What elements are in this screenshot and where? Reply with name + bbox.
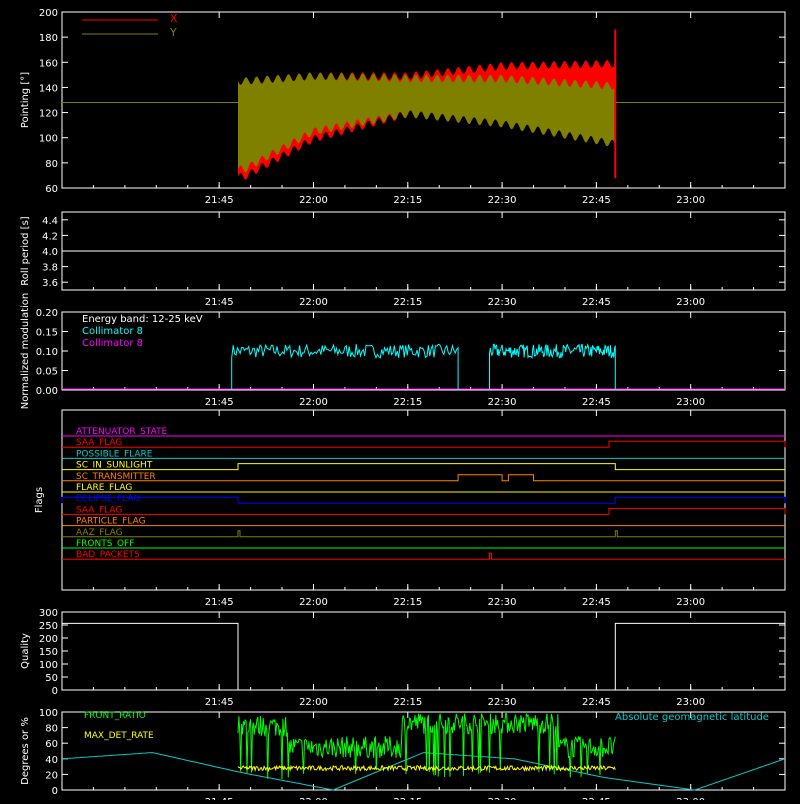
y-tick-label: 100	[39, 134, 58, 145]
x-tick-label: 23:00	[676, 697, 705, 708]
x-tick-label: 21:45	[205, 597, 234, 608]
y-tick-label: 0.00	[36, 386, 58, 397]
x-tick-label: 21:45	[205, 397, 234, 408]
x-tick-label: 23:00	[676, 397, 705, 408]
x-tick-label: 21:45	[205, 195, 234, 206]
y-tick-label: 4.2	[42, 231, 58, 242]
y-axis-label: Pointing [°]	[20, 72, 31, 128]
x-tick-label: 22:45	[582, 195, 611, 206]
y-tick-label: 0.10	[36, 347, 58, 358]
y-tick-label: 4.0	[42, 247, 58, 258]
x-tick-label: 22:45	[582, 297, 611, 308]
flag-label: BAD_PACKETS	[76, 550, 140, 560]
y-tick-label: 200	[39, 634, 58, 645]
x-tick-label: 22:30	[488, 297, 517, 308]
x-tick-label: 22:30	[488, 597, 517, 608]
x-tick-label: 22:30	[488, 397, 517, 408]
y-tick-label: 3.8	[42, 263, 58, 274]
legend-collimator8: Collimator 8	[82, 326, 143, 337]
y-tick-label: 60	[45, 739, 58, 750]
legend-label-Y: Y	[169, 26, 177, 39]
y-tick-label: 0	[52, 786, 58, 797]
x-tick-label: 22:00	[299, 597, 328, 608]
y-tick-label: 50	[45, 673, 58, 684]
y-tick-label: 160	[39, 58, 58, 69]
chart-svg: 21:45 22:00 22:15 22:30 22:45 23:002001801601…	[0, 0, 800, 804]
y-tick-label: 4.4	[42, 216, 58, 227]
x-tick-label: 22:15	[393, 397, 422, 408]
y-tick-label: 250	[39, 621, 58, 632]
flag-label: FLARE_FLAG	[76, 483, 132, 493]
x-tick-label: 23:00	[676, 297, 705, 308]
x-tick-label: 23:00	[676, 597, 705, 608]
y-tick-label: 0	[52, 686, 58, 697]
flag-label: AAZ_FLAG	[76, 528, 123, 538]
x-tick-label: 22:15	[393, 297, 422, 308]
y-tick-label: 80	[45, 724, 58, 735]
x-tick-label: 22:00	[299, 195, 328, 206]
flag-label: SC_TRANSMITTER	[76, 472, 156, 482]
y-tick-label: 180	[39, 33, 58, 44]
y-tick-label: 60	[45, 184, 58, 195]
x-tick-label: 22:00	[299, 697, 328, 708]
x-tick-label: 22:30	[488, 697, 517, 708]
y-tick-label: 0.20	[36, 308, 58, 319]
y-axis-label: Flags	[34, 487, 45, 513]
y-axis-label: Normalized modulation	[20, 293, 31, 410]
y-tick-label: 40	[45, 755, 58, 766]
legend-front-ratio: FRONT_RATIO	[84, 711, 146, 721]
x-tick-label: 21:45	[205, 297, 234, 308]
y-tick-label: 140	[39, 83, 58, 94]
y-tick-label: 20	[45, 770, 58, 781]
legend-collimator-magenta: Collimator 8	[82, 338, 143, 349]
x-tick-label: 22:15	[393, 597, 422, 608]
legend-label-X: X	[170, 12, 178, 25]
x-tick-label: 22:15	[393, 697, 422, 708]
y-tick-label: 80	[45, 159, 58, 170]
hessi-quicklook-chart: 21:45 22:00 22:15 22:30 22:45 23:00 200 180 160 1…	[0, 0, 800, 804]
x-tick-label: 22:45	[582, 397, 611, 408]
x-tick-label: 22:45	[582, 697, 611, 708]
legend-geomagnetic-latitude: Absolute geomagnetic latitude	[615, 712, 769, 723]
y-tick-label: 200	[39, 8, 58, 19]
y-axis-label: Roll period [s]	[20, 216, 31, 285]
y-tick-label: 0.05	[36, 367, 58, 378]
x-tick-label: 22:45	[582, 597, 611, 608]
flag-label: ATTENUATOR_STATE	[76, 427, 168, 437]
flag-label: PARTICLE_FLAG	[76, 517, 146, 527]
flag-label: SAA_FLAG	[76, 438, 122, 448]
y-axis-label: Quality	[20, 633, 31, 669]
x-tick-label: 22:00	[299, 397, 328, 408]
y-tick-label: 0.15	[36, 328, 58, 339]
y-tick-label: 100	[39, 708, 58, 719]
y-axis-label: Degrees or %	[20, 717, 31, 785]
flag-label: SC_IN_SUNLIGHT	[76, 461, 153, 471]
y-tick-label: 120	[39, 109, 58, 120]
flag-label: POSSIBLE_FLARE	[76, 449, 153, 459]
flag-label: FRONTS_OFF	[76, 539, 134, 549]
y-tick-label: 100	[39, 660, 58, 671]
y-tick-label: 150	[39, 647, 58, 658]
x-tick-label: 22:15	[393, 195, 422, 206]
flag-label: SAA_FLAG	[76, 505, 122, 515]
legend-max-det-rate: MAX_DET_RATE	[84, 731, 154, 741]
y-tick-label: 300	[39, 608, 58, 619]
flag-label: ECLIPSE_FLAG	[76, 494, 140, 504]
x-tick-label: 21:45	[205, 697, 234, 708]
x-tick-label: 22:30	[488, 195, 517, 206]
energy-band-label: Energy band: 12-25 keV	[82, 314, 203, 325]
x-tick-label: 22:00	[299, 297, 328, 308]
x-tick-label: 23:00	[676, 195, 705, 206]
y-tick-label: 3.6	[42, 278, 58, 289]
